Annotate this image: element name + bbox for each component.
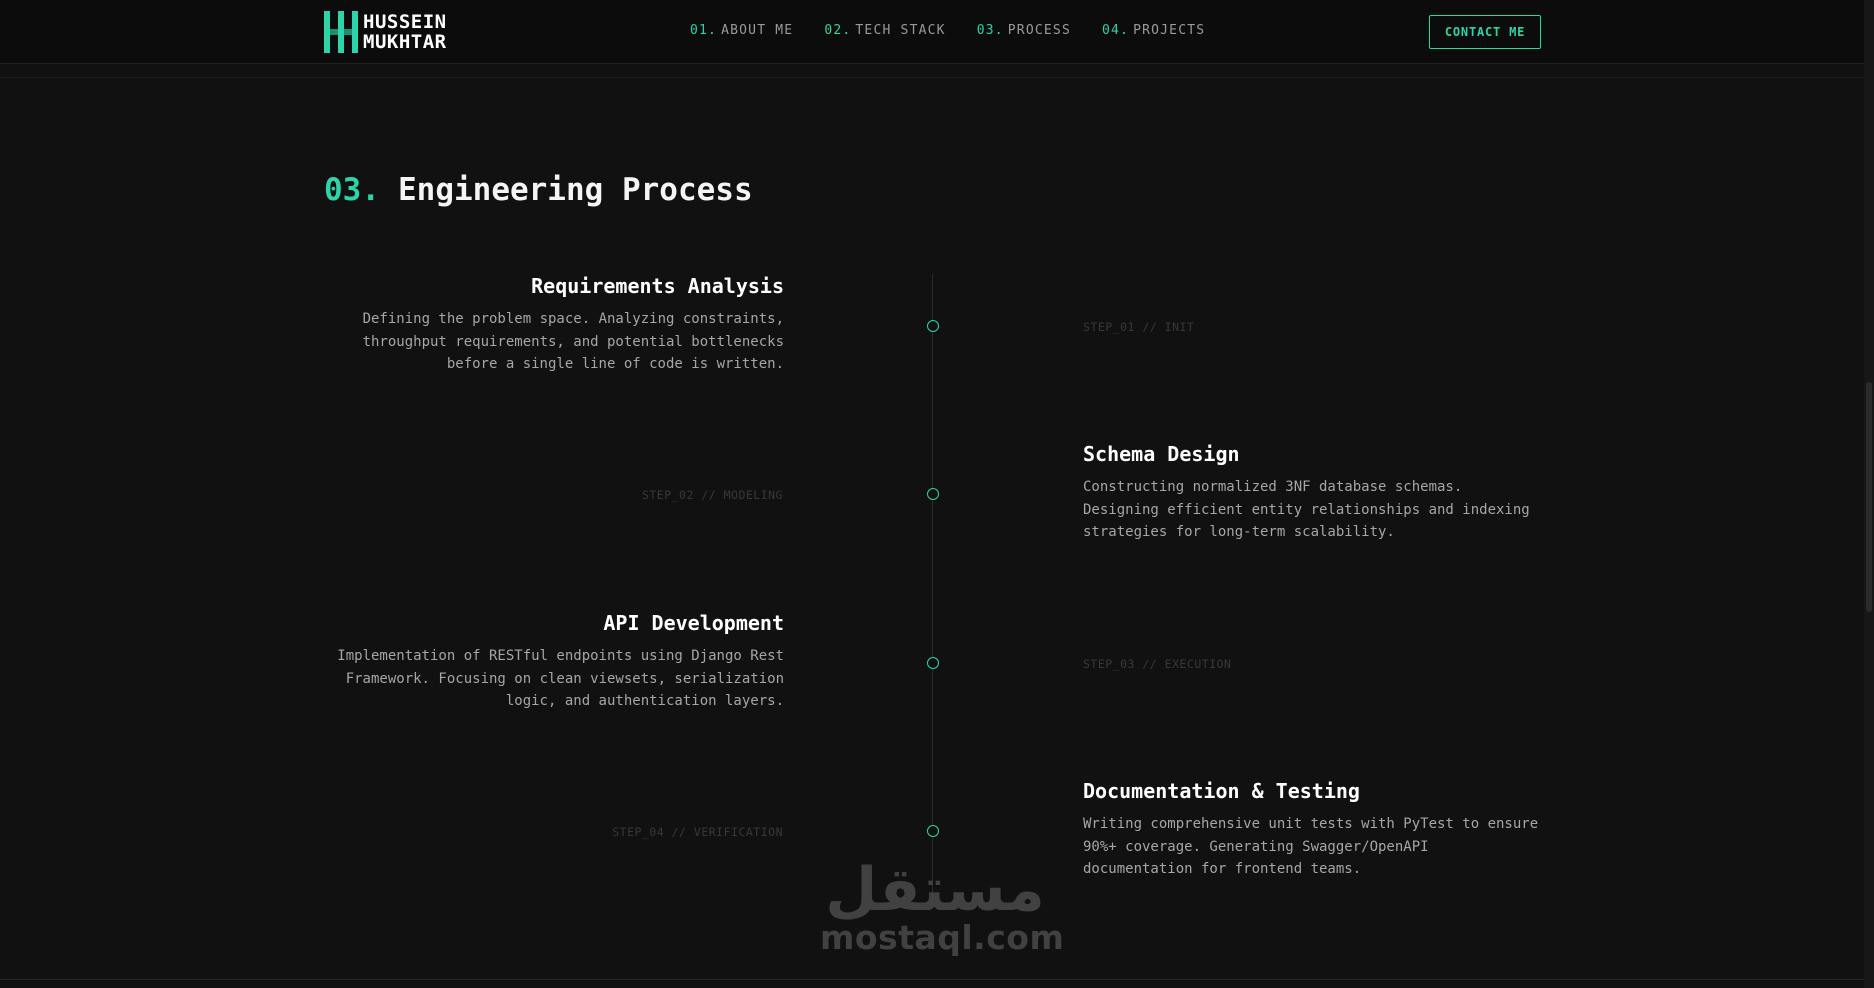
watermark-latin: mostaql.com: [820, 918, 1065, 957]
section-heading: Engineering Process: [398, 172, 753, 208]
step-card-schema-design: Schema Design Constructing normalized 3N…: [1083, 442, 1543, 544]
timeline-node-icon: [927, 825, 939, 837]
nav-item-process[interactable]: 03. PROCESS: [977, 23, 1071, 38]
scrollbar-thumb[interactable]: [1866, 382, 1872, 612]
nav-item-label: ABOUT ME: [721, 23, 794, 38]
nav-item-number: 01.: [690, 23, 718, 38]
step-card-api-development: API Development Implementation of RESTfu…: [324, 611, 784, 713]
section-number: 03.: [324, 172, 380, 208]
nav-item-number: 03.: [976, 23, 1004, 38]
step-description: Implementation of RESTful endpoints usin…: [337, 648, 784, 709]
bottom-divider: [0, 979, 1864, 980]
logo-line-2: MUKHTAR: [363, 31, 447, 53]
nav-item-number: 04.: [1101, 23, 1130, 38]
nav-item-number: 02.: [824, 23, 852, 38]
step-title: Schema Design: [1083, 442, 1240, 466]
logo-mark-icon: [324, 11, 358, 53]
step-title: Documentation & Testing: [1083, 779, 1360, 803]
step-tag: STEP_02 // MODELING: [641, 488, 783, 502]
logo-text: HUSSEIN MUKHTAR: [363, 12, 447, 52]
step-description: Constructing normalized 3NF database sch…: [1083, 479, 1530, 540]
timeline-node-icon: [927, 488, 939, 500]
step-title: Requirements Analysis: [531, 274, 784, 298]
logo-line-1: HUSSEIN: [363, 11, 447, 33]
step-description: Defining the problem space. Analyzing co…: [362, 311, 784, 372]
step-title: API Development: [603, 611, 784, 635]
nav-item-tech-stack[interactable]: 02. TECH STACK: [824, 23, 945, 38]
watermark-logo: مستقل mostaql.com: [820, 855, 1065, 957]
step-tag: STEP_01 // INIT: [1083, 320, 1195, 334]
section-title: 03. Engineering Process: [324, 172, 753, 208]
main-nav: 01. ABOUT ME 02. TECH STACK 03. PROCESS 04.…: [690, 23, 1205, 38]
step-card-documentation-testing: Documentation & Testing Writing comprehe…: [1083, 779, 1543, 881]
watermark-arabic: مستقل: [825, 855, 1045, 925]
step-card-requirements: Requirements Analysis Defining the probl…: [324, 274, 784, 376]
header-divider: [0, 77, 1864, 78]
nav-item-projects[interactable]: 04. PROJECTS: [1102, 23, 1205, 38]
step-description: Writing comprehensive unit tests with Py…: [1083, 816, 1539, 877]
timeline-node-icon: [927, 320, 939, 332]
step-tag: STEP_03 // EXECUTION: [1083, 657, 1232, 671]
nav-item-label: PROCESS: [1007, 23, 1071, 38]
page: HUSSEIN MUKHTAR 01. ABOUT ME 02. TECH STAC…: [0, 0, 1874, 988]
timeline-line: [932, 274, 933, 899]
nav-item-about-me[interactable]: 01. ABOUT ME: [690, 23, 793, 38]
contact-me-button[interactable]: CONTACT ME: [1429, 15, 1541, 49]
site-header: HUSSEIN MUKHTAR 01. ABOUT ME 02. TECH STAC…: [0, 0, 1864, 64]
step-tag: STEP_04 // VERIFICATION: [612, 825, 783, 839]
nav-item-label: TECH STACK: [855, 23, 946, 38]
nav-item-label: PROJECTS: [1133, 23, 1206, 38]
timeline-node-icon: [927, 657, 939, 669]
logo[interactable]: HUSSEIN MUKHTAR: [324, 11, 447, 53]
